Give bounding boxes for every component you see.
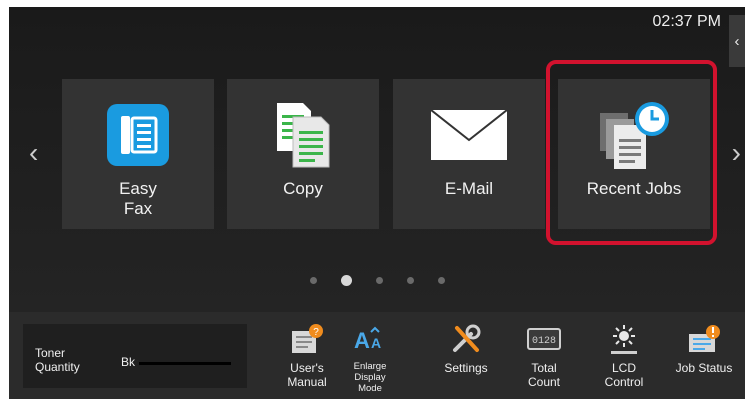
page-dot[interactable] bbox=[406, 277, 414, 284]
tile-label: E-Mail bbox=[444, 179, 494, 198]
svg-text:?: ? bbox=[313, 327, 319, 338]
next-page-arrow[interactable]: › bbox=[732, 139, 741, 167]
settings-icon bbox=[448, 322, 484, 356]
toner-level-bar bbox=[139, 362, 231, 365]
settings-label: Settings bbox=[444, 361, 488, 375]
prev-page-arrow[interactable]: ‹ bbox=[29, 139, 38, 167]
total-count-button[interactable]: 0128 Total Count bbox=[513, 322, 575, 398]
total-count-label: Total Count bbox=[527, 361, 561, 389]
toner-status: Toner Quantity Bk bbox=[23, 324, 247, 388]
copy-icon bbox=[263, 95, 343, 175]
fax-icon bbox=[98, 95, 178, 175]
job-status-icon bbox=[686, 322, 722, 356]
clock: 02:37 PM bbox=[652, 13, 721, 30]
tile-label: Easy Fax bbox=[119, 179, 157, 218]
enlarge-display-button[interactable]: A A Enlarge Display Mode bbox=[339, 322, 401, 398]
recent-jobs-highlight-frame bbox=[546, 60, 717, 245]
toner-color-label: Bk bbox=[121, 355, 136, 369]
enlarge-display-label: Enlarge Display Mode bbox=[353, 361, 387, 394]
email-icon bbox=[429, 95, 509, 175]
enlarge-display-icon: A A bbox=[352, 322, 388, 356]
lcd-control-icon bbox=[606, 322, 642, 356]
lcd-control-button[interactable]: LCD Control bbox=[593, 322, 655, 398]
toner-label: Toner Quantity bbox=[35, 346, 80, 374]
svg-text:0128: 0128 bbox=[532, 336, 556, 347]
users-manual-button[interactable]: ? User's Manual bbox=[276, 322, 338, 398]
page-dot[interactable] bbox=[309, 277, 317, 284]
users-manual-icon: ? bbox=[289, 322, 325, 356]
page-dot[interactable] bbox=[437, 277, 445, 284]
page-dot-active[interactable] bbox=[340, 275, 352, 286]
easy-fax-tile[interactable]: Easy Fax bbox=[62, 79, 214, 229]
copy-tile[interactable]: Copy bbox=[227, 79, 379, 229]
lcd-control-label: LCD Control bbox=[604, 361, 644, 389]
touch-panel: 02:37 PM ‹ ‹ › Easy Fax Copy E-Mail Rece… bbox=[9, 7, 745, 399]
settings-button[interactable]: Settings bbox=[435, 322, 497, 398]
email-tile[interactable]: E-Mail bbox=[393, 79, 545, 229]
job-status-label: Job Status bbox=[675, 361, 733, 375]
page-dot[interactable] bbox=[375, 277, 383, 284]
job-status-button[interactable]: Job Status bbox=[669, 322, 739, 398]
total-count-icon: 0128 bbox=[526, 322, 562, 356]
svg-text:A: A bbox=[371, 335, 381, 351]
tile-label: Copy bbox=[283, 179, 323, 198]
svg-text:A: A bbox=[354, 328, 370, 353]
home-panel: 02:37 PM ‹ ‹ › Easy Fax Copy E-Mail Rece… bbox=[9, 7, 745, 312]
bottom-bar: Toner Quantity Bk ? User's Manual A A En… bbox=[9, 312, 745, 399]
page-indicator bbox=[9, 275, 745, 286]
users-manual-label: User's Manual bbox=[287, 361, 327, 389]
side-panel-tab[interactable]: ‹ bbox=[729, 15, 745, 67]
